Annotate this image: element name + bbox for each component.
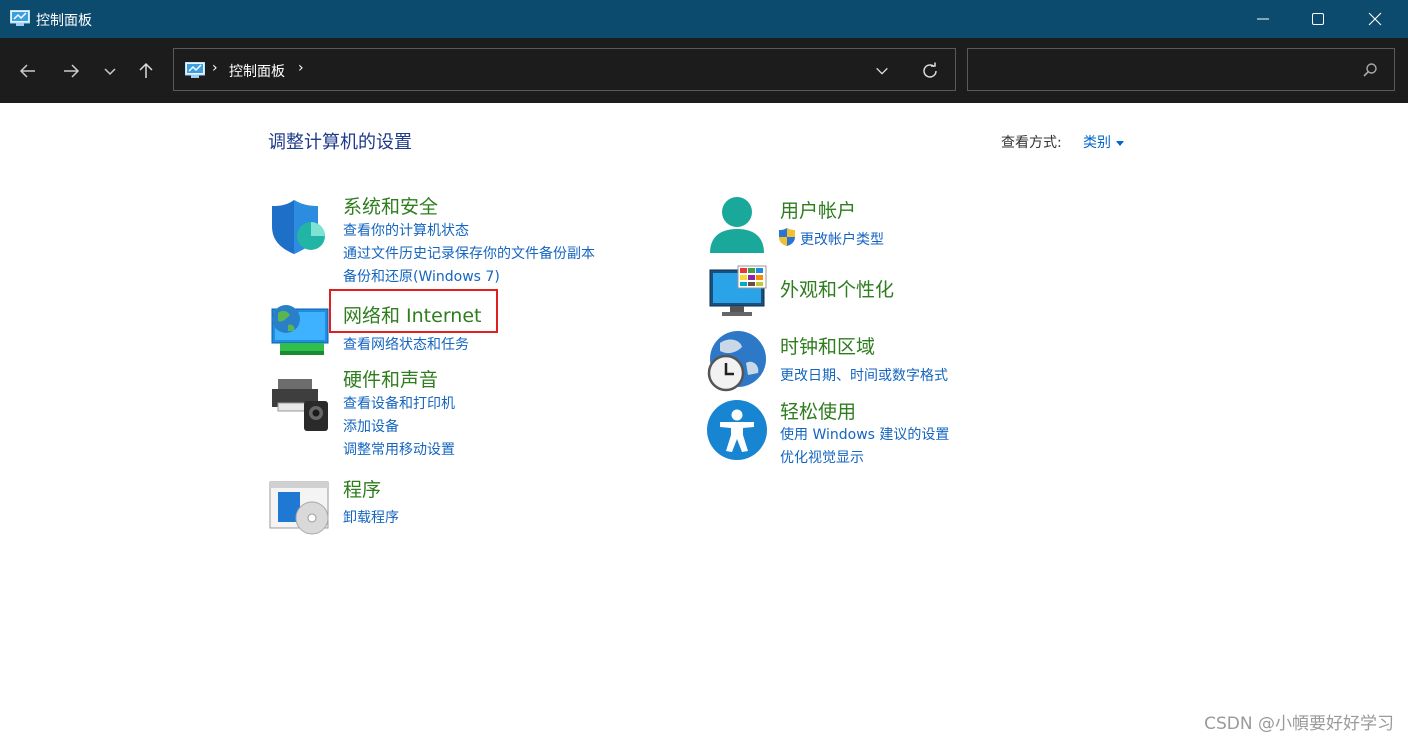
- arrow-right-icon: [64, 64, 80, 78]
- control-panel-icon: [10, 10, 30, 26]
- minimize-icon: [1257, 18, 1269, 20]
- watermark: CSDN @小幁要好好学习: [1204, 714, 1394, 734]
- window-title: 控制面板: [36, 13, 92, 29]
- navigation-bar: › 控制面板 ›: [0, 38, 1408, 103]
- address-bar[interactable]: › 控制面板 ›: [173, 48, 956, 91]
- up-button[interactable]: [129, 54, 163, 88]
- forward-button[interactable]: [54, 54, 88, 88]
- control-panel-icon: [185, 62, 205, 78]
- category-title-user-accounts[interactable]: 用户帐户: [780, 196, 856, 223]
- chevron-down-icon: [876, 67, 888, 75]
- chevron-down-icon: [104, 68, 116, 76]
- minimize-button[interactable]: [1240, 0, 1286, 38]
- link-optimize-visual-display[interactable]: 优化视觉显示: [780, 447, 864, 467]
- link-file-history-backup[interactable]: 通过文件历史记录保存你的文件备份副本: [343, 243, 595, 263]
- page-title: 调整计算机的设置: [268, 132, 412, 153]
- link-windows-recommended-settings[interactable]: 使用 Windows 建议的设置: [780, 424, 949, 444]
- maximize-button[interactable]: [1295, 0, 1341, 38]
- printer-speaker-icon[interactable]: [268, 375, 330, 431]
- link-devices-printers[interactable]: 查看设备和打印机: [343, 393, 455, 413]
- link-change-date-time-format[interactable]: 更改日期、时间或数字格式: [780, 365, 948, 385]
- breadcrumb-separator[interactable]: ›: [212, 60, 218, 76]
- category-title-ease-of-access[interactable]: 轻松使用: [780, 397, 856, 424]
- main-content: 调整计算机的设置 查看方式: 类别 系统和安全 查看你的计算机状态 通过文件历史…: [0, 103, 1408, 742]
- back-button[interactable]: [11, 54, 45, 88]
- view-by-label: 查看方式:: [1001, 135, 1062, 151]
- view-by-dropdown[interactable]: 类别: [1083, 132, 1124, 152]
- search-icon[interactable]: [1362, 62, 1378, 78]
- category-title-programs[interactable]: 程序: [343, 475, 381, 502]
- address-history-button[interactable]: [871, 60, 893, 82]
- category-title-clock-region[interactable]: 时钟和区域: [780, 332, 875, 359]
- caret-down-icon: [1116, 140, 1124, 146]
- category-title-appearance-personalization[interactable]: 外观和个性化: [780, 275, 894, 302]
- link-backup-restore[interactable]: 备份和还原(Windows 7): [343, 266, 500, 286]
- link-change-account-type[interactable]: 更改帐户类型: [800, 229, 884, 249]
- breadcrumb-control-panel[interactable]: 控制面板: [229, 61, 285, 81]
- appearance-personalization-icon[interactable]: [706, 264, 768, 320]
- category-title-hardware-sound[interactable]: 硬件和声音: [343, 365, 438, 392]
- user-account-icon[interactable]: [706, 195, 768, 257]
- accessibility-icon[interactable]: [706, 399, 768, 461]
- uac-shield-icon: [779, 228, 795, 246]
- clock-region-icon[interactable]: [706, 329, 768, 393]
- link-mobility-settings[interactable]: 调整常用移动设置: [343, 439, 455, 459]
- network-globe-icon[interactable]: [268, 301, 330, 359]
- search-input[interactable]: [978, 59, 1352, 83]
- breadcrumb-separator[interactable]: ›: [298, 60, 304, 76]
- link-network-status-tasks[interactable]: 查看网络状态和任务: [343, 334, 469, 354]
- refresh-icon: [923, 62, 937, 78]
- arrow-up-icon: [139, 62, 153, 78]
- search-box[interactable]: [967, 48, 1395, 91]
- title-bar: 控制面板: [0, 0, 1408, 38]
- arrow-left-icon: [19, 64, 35, 78]
- category-title-network-internet[interactable]: 网络和 Internet: [343, 301, 481, 328]
- recent-locations-button[interactable]: [94, 54, 126, 88]
- refresh-button[interactable]: [919, 60, 941, 82]
- link-add-device[interactable]: 添加设备: [343, 416, 399, 436]
- programs-icon[interactable]: [268, 478, 330, 536]
- close-icon: [1368, 12, 1382, 26]
- maximize-icon: [1312, 13, 1324, 25]
- shield-icon[interactable]: [268, 196, 330, 258]
- view-by-value[interactable]: 类别: [1083, 135, 1111, 151]
- close-button[interactable]: [1352, 0, 1398, 38]
- link-view-computer-status[interactable]: 查看你的计算机状态: [343, 220, 469, 240]
- link-uninstall-program[interactable]: 卸载程序: [343, 507, 399, 527]
- category-title-system-security[interactable]: 系统和安全: [343, 192, 438, 219]
